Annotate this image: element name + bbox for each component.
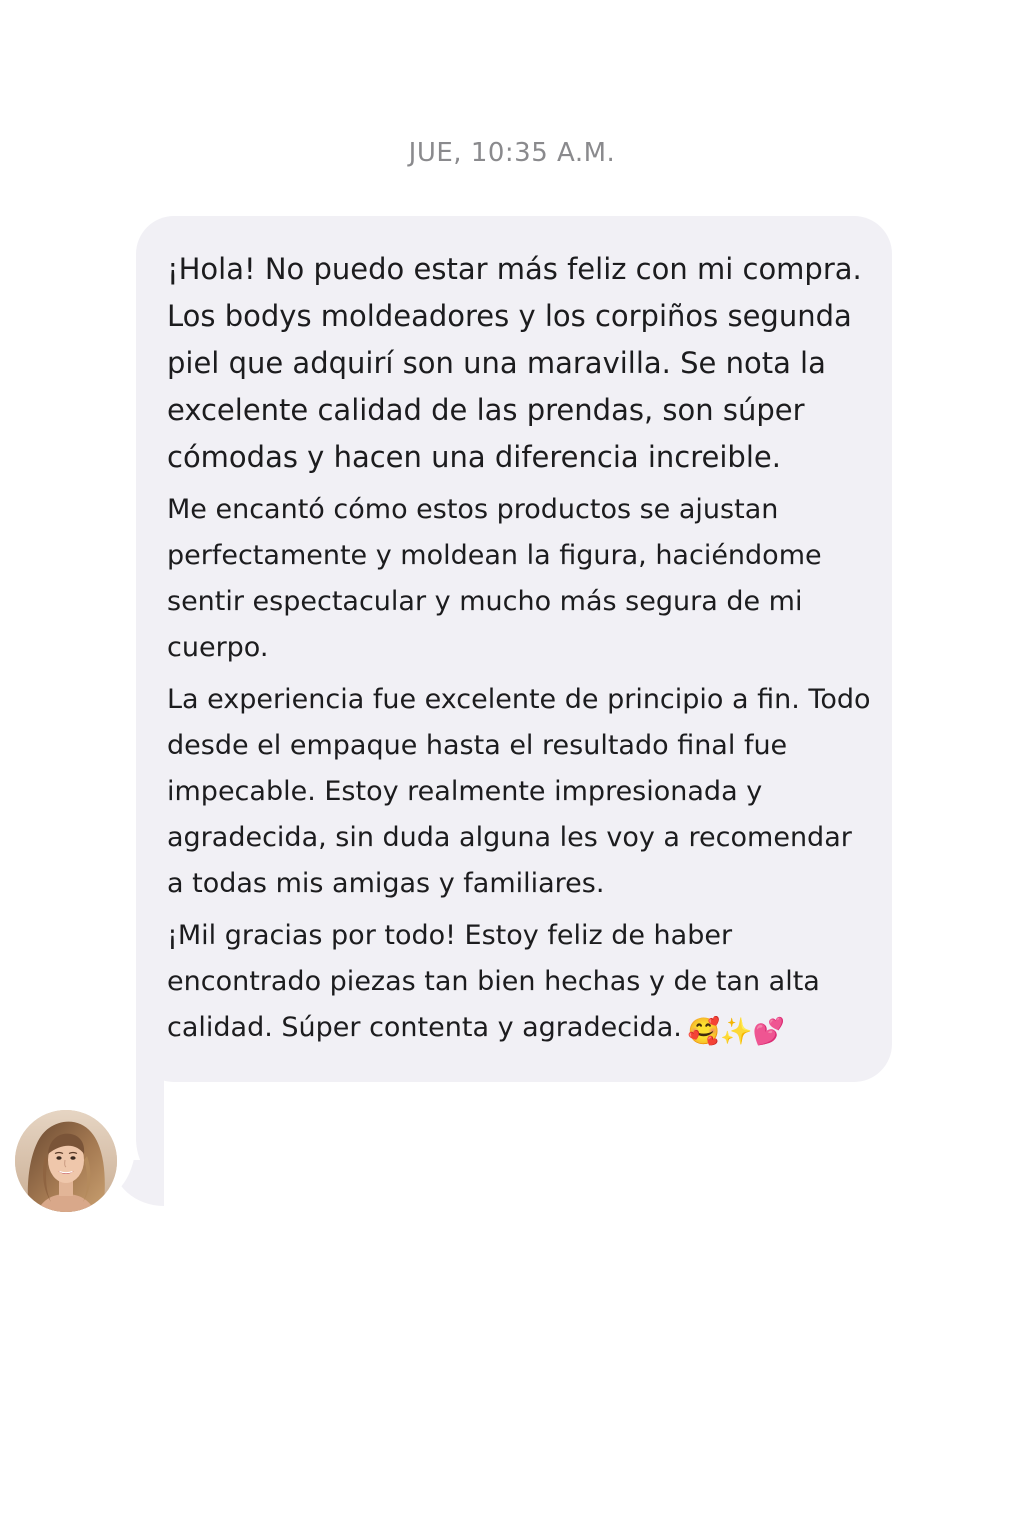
message-paragraph-1: ¡Hola! No puedo estar más feliz con mi c… [167,252,862,474]
message-bubble[interactable]: ¡Hola! No puedo estar más feliz con mi c… [136,216,892,1082]
sparkles-icon: ✨ [720,1017,753,1047]
message-paragraph-3: La experiencia fue excelente de principi… [167,684,871,899]
profile-photo-woman-icon [15,1110,117,1212]
avatar[interactable] [15,1110,117,1212]
message-paragraph-2: Me encantó cómo estos productos se ajust… [167,494,822,663]
message-timestamp: JUE, 10:35 A.M. [408,138,616,168]
emoji-group: 🥰✨💕 [688,1009,785,1055]
two-hearts-icon: 💕 [752,1017,785,1047]
smiling-face-with-hearts-icon: 🥰 [687,1017,721,1047]
chat-screen: JUE, 10:35 A.M. ¡Hola! No puedo estar má… [0,0,1024,1536]
message-paragraph-4: ¡Mil gracias por todo! Estoy feliz de ha… [167,913,876,1055]
